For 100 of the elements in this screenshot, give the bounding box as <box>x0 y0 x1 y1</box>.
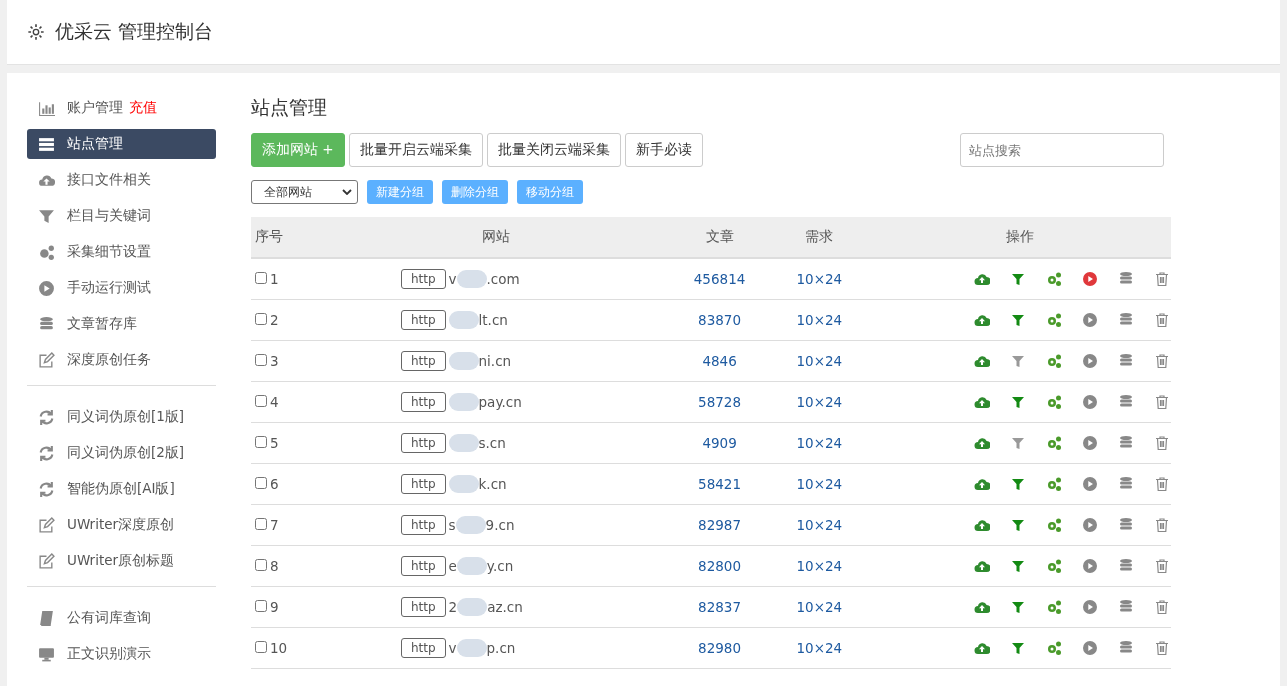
trash-icon[interactable] <box>1154 353 1170 369</box>
sidebar-item[interactable]: 账户管理 充值 <box>27 93 216 123</box>
play-icon[interactable] <box>1082 394 1098 410</box>
row-checkbox[interactable] <box>255 518 267 530</box>
play-icon[interactable] <box>1082 640 1098 656</box>
database-icon[interactable] <box>1118 517 1134 533</box>
cloud-upload-icon[interactable] <box>974 599 990 615</box>
cloud-upload-icon[interactable] <box>974 353 990 369</box>
cloud-upload-icon[interactable] <box>974 517 990 533</box>
sidebar-item[interactable]: UWriter原创标题 <box>27 546 216 576</box>
sidebar-item[interactable]: 公有词库查询 <box>27 603 216 633</box>
gears-icon[interactable] <box>1046 271 1062 287</box>
demand-value: 10×24 <box>796 640 843 656</box>
database-icon[interactable] <box>1118 558 1134 574</box>
play-icon[interactable] <box>1082 312 1098 328</box>
filter-icon[interactable] <box>1010 353 1026 369</box>
sidebar-item[interactable]: 正文识别演示 <box>27 639 216 669</box>
play-icon[interactable] <box>1082 599 1098 615</box>
cloud-upload-icon[interactable] <box>974 435 990 451</box>
sidebar-item[interactable]: 接口文件相关 <box>27 165 216 195</box>
blurred-area <box>448 311 479 329</box>
play-icon[interactable] <box>1082 271 1098 287</box>
sidebar-item[interactable]: 深度原创任务 <box>27 345 216 375</box>
toolbar-button[interactable]: 批量开启云端采集 <box>348 133 483 167</box>
cloud-upload-icon[interactable] <box>974 271 990 287</box>
database-icon[interactable] <box>1118 271 1134 287</box>
edit-icon <box>38 552 55 570</box>
play-icon[interactable] <box>1082 517 1098 533</box>
filter-icon[interactable] <box>1010 517 1026 533</box>
row-checkbox[interactable] <box>255 436 267 448</box>
book-icon <box>38 609 55 627</box>
filter-icon[interactable] <box>1010 558 1026 574</box>
play-icon[interactable] <box>1082 476 1098 492</box>
gears-icon[interactable] <box>1046 435 1062 451</box>
trash-icon[interactable] <box>1154 271 1170 287</box>
database-icon[interactable] <box>1118 640 1134 656</box>
row-checkbox[interactable] <box>255 313 267 325</box>
search-field[interactable]: 站点搜索 <box>960 133 1164 167</box>
sidebar-item[interactable]: 同义词伪原创[2版] <box>27 438 216 468</box>
database-icon[interactable] <box>1118 394 1134 410</box>
site-domain: 9.cn <box>485 517 515 533</box>
play-icon[interactable] <box>1082 558 1098 574</box>
cloud-upload-icon[interactable] <box>974 312 990 328</box>
gears-icon[interactable] <box>1046 476 1062 492</box>
trash-icon[interactable] <box>1154 558 1170 574</box>
sidebar-label: UWriter原创标题 <box>67 552 175 570</box>
toolbar-button[interactable]: 新手必读 <box>624 133 703 167</box>
trash-icon[interactable] <box>1154 599 1170 615</box>
cloud-upload-icon[interactable] <box>974 558 990 574</box>
database-icon[interactable] <box>1118 476 1134 492</box>
trash-icon[interactable] <box>1154 517 1170 533</box>
database-icon[interactable] <box>1118 599 1134 615</box>
gears-icon[interactable] <box>1046 517 1062 533</box>
blurred-area <box>455 516 486 534</box>
gears-icon[interactable] <box>1046 394 1062 410</box>
trash-icon[interactable] <box>1154 435 1170 451</box>
row-checkbox[interactable] <box>255 559 267 571</box>
cloud-upload-icon[interactable] <box>974 640 990 656</box>
filter-icon[interactable] <box>1010 312 1026 328</box>
gears-icon[interactable] <box>1046 312 1062 328</box>
article-count: 82837 <box>698 599 742 615</box>
row-checkbox[interactable] <box>255 477 267 489</box>
filter-icon[interactable] <box>1010 271 1026 287</box>
sidebar-item[interactable]: 同义词伪原创[1版] <box>27 402 216 432</box>
toolbar-button[interactable]: 批量关闭云端采集 <box>486 133 621 167</box>
database-icon[interactable] <box>1118 353 1134 369</box>
gears-icon[interactable] <box>1046 640 1062 656</box>
sidebar-item[interactable]: 手动运行测试 <box>27 273 216 303</box>
sidebar-item[interactable]: 文章暂存库 <box>27 309 216 339</box>
trash-icon[interactable] <box>1154 312 1170 328</box>
cloud-upload-icon[interactable] <box>974 476 990 492</box>
filter-icon[interactable] <box>1010 435 1026 451</box>
database-icon[interactable] <box>1118 312 1134 328</box>
sidebar-item[interactable]: 站点管理 <box>27 129 216 159</box>
filter-icon[interactable] <box>1010 394 1026 410</box>
sidebar-label: 公有词库查询 <box>67 609 151 627</box>
row-checkbox[interactable] <box>255 641 267 653</box>
play-icon[interactable] <box>1082 353 1098 369</box>
database-icon[interactable] <box>1118 435 1134 451</box>
row-checkbox[interactable] <box>255 600 267 612</box>
trash-icon[interactable] <box>1154 640 1170 656</box>
gears-icon[interactable] <box>1046 599 1062 615</box>
play-icon[interactable] <box>1082 435 1098 451</box>
gears-icon[interactable] <box>1046 558 1062 574</box>
sidebar-item[interactable]: 智能伪原创[AI版] <box>27 474 216 504</box>
row-checkbox[interactable] <box>255 272 267 284</box>
filter-icon[interactable] <box>1010 599 1026 615</box>
cloud-upload-icon[interactable] <box>974 394 990 410</box>
recharge-link[interactable]: 充值 <box>129 99 157 117</box>
filter-icon[interactable] <box>1010 640 1026 656</box>
sidebar-item[interactable]: UWriter深度原创 <box>27 510 216 540</box>
row-checkbox[interactable] <box>255 395 267 407</box>
sidebar-item[interactable]: 采集细节设置 <box>27 237 216 267</box>
group-select[interactable]: 全部网站 <box>251 180 358 204</box>
trash-icon[interactable] <box>1154 476 1170 492</box>
filter-icon[interactable] <box>1010 476 1026 492</box>
sidebar-item[interactable]: 栏目与关键词 <box>27 201 216 231</box>
trash-icon[interactable] <box>1154 394 1170 410</box>
gears-icon[interactable] <box>1046 353 1062 369</box>
row-checkbox[interactable] <box>255 354 267 366</box>
